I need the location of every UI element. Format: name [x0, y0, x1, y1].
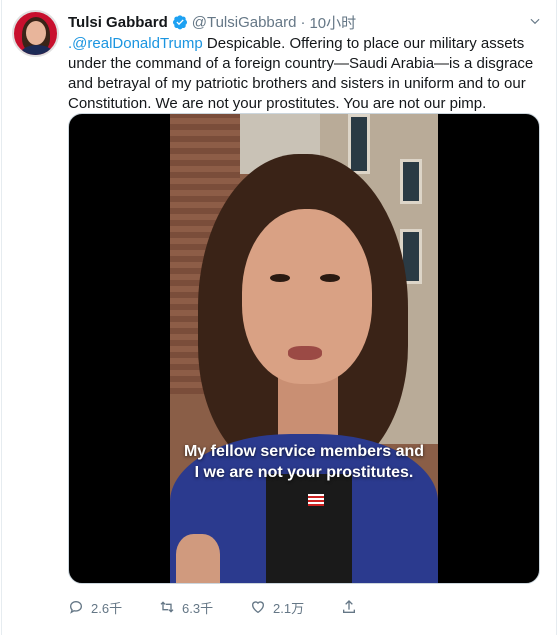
video-caption: My fellow service members and I we are n…	[170, 441, 438, 483]
retweet-icon	[160, 601, 174, 613]
caption-line-1: My fellow service members and	[183, 443, 425, 460]
video-player[interactable]: My fellow service members and I we are n…	[68, 113, 540, 584]
avatar[interactable]	[12, 10, 59, 57]
tweet-text: .@realDonaldTrump Despicable. Offering t…	[68, 34, 546, 114]
separator-dot: ·	[300, 13, 306, 31]
like-button[interactable]: 2.1万	[250, 596, 341, 618]
flag-pin	[308, 494, 324, 506]
like-icon	[251, 601, 265, 614]
retweet-count: 6.3千	[182, 600, 214, 616]
tweet-header: Tulsi Gabbard @TulsiGabbard · 10小时	[68, 12, 356, 32]
verified-badge-icon	[172, 15, 187, 30]
timestamp[interactable]: 10小时	[309, 12, 356, 33]
mention-link[interactable]: .@realDonaldTrump	[68, 35, 203, 52]
reply-button[interactable]: 2.6千	[68, 596, 159, 618]
author-handle[interactable]: @TulsiGabbard	[192, 14, 297, 31]
retweet-button[interactable]: 6.3千	[159, 596, 250, 618]
caption-line-2: I we are not your prostitutes.	[194, 464, 414, 481]
video-frame: My fellow service members and I we are n…	[170, 114, 438, 583]
action-bar: 2.6千 6.3千 2.1万	[68, 596, 364, 618]
share-button[interactable]	[341, 596, 364, 618]
author-name[interactable]: Tulsi Gabbard	[68, 14, 168, 31]
share-icon	[343, 600, 355, 613]
reply-icon	[69, 600, 83, 614]
tweet-card: Tulsi Gabbard @TulsiGabbard · 10小时 .@rea…	[1, 0, 557, 635]
like-count: 2.1万	[273, 600, 305, 616]
caret-down-icon[interactable]	[528, 14, 542, 28]
reply-count: 2.6千	[91, 600, 123, 616]
